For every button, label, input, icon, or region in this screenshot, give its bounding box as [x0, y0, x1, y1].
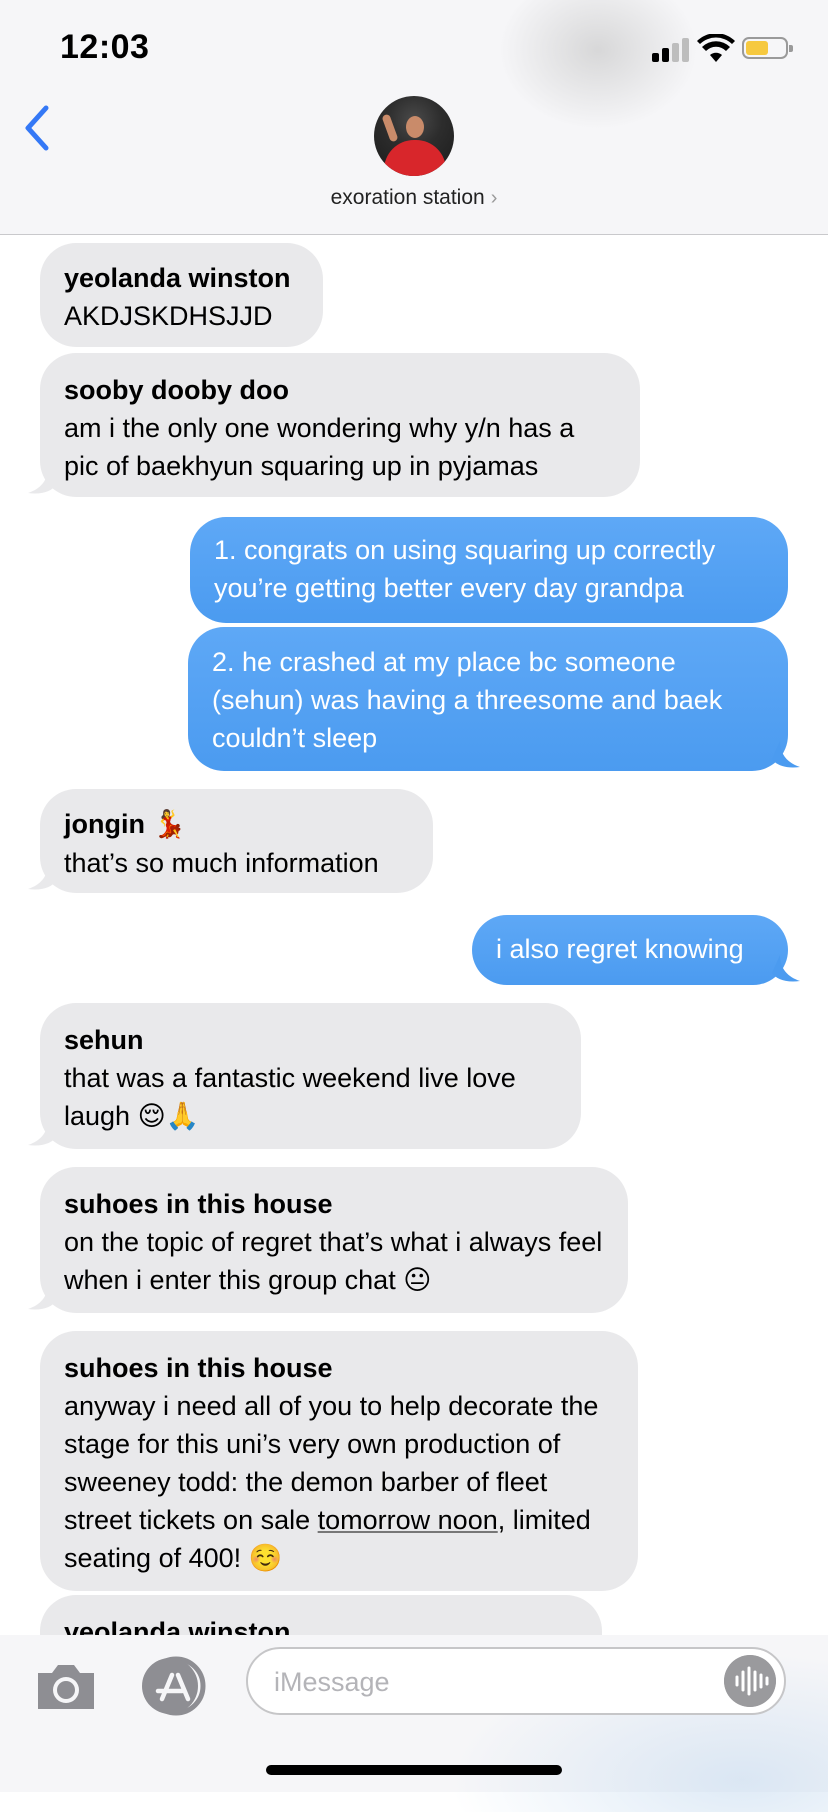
message-sender: sooby dooby doo: [64, 375, 289, 405]
conversation-header: 12:03 exoration station ›: [0, 0, 828, 235]
bubble-tail: [28, 467, 56, 494]
message-bubble-outgoing[interactable]: i also regret knowing: [472, 915, 788, 985]
message-emoji: ☺️: [248, 1543, 283, 1574]
contact-name: exoration station: [330, 186, 485, 209]
dancer-emoji: 💃: [152, 809, 187, 840]
message-bubble-incoming[interactable]: jongin 💃 that’s so much information: [40, 789, 433, 893]
message-bubble-outgoing[interactable]: 1. congrats on using squaring up correct…: [190, 517, 788, 623]
composer-bar: [0, 1635, 828, 1812]
battery-icon: [742, 37, 793, 59]
message-bubble-incoming[interactable]: yeolanda winston AKDJSKDHSJJD: [40, 243, 323, 347]
message-bubble-incoming[interactable]: suhoes in this house on the topic of reg…: [40, 1167, 628, 1313]
message-text: on the topic of regret that’s what i alw…: [64, 1227, 603, 1296]
message-bubble-outgoing[interactable]: 2. he crashed at my place bc someone (se…: [188, 627, 788, 771]
message-emoji: 😌🙏: [137, 1101, 200, 1132]
message-sender: jongin 💃: [64, 809, 187, 840]
message-text: 2. he crashed at my place bc someone (se…: [212, 647, 723, 753]
message-bubble-incoming[interactable]: sooby dooby doo am i the only one wonder…: [40, 353, 640, 497]
message-emoji: 😐: [403, 1265, 432, 1296]
app-store-icon[interactable]: [140, 1655, 212, 1717]
message-text: that was a fantastic weekend live love l…: [64, 1063, 516, 1132]
bubble-tail: [28, 1119, 56, 1146]
message-bubble-incoming[interactable]: suhoes in this house anyway i need all o…: [40, 1331, 638, 1591]
audio-waveform-icon[interactable]: [724, 1655, 776, 1707]
bubble-tail: [772, 955, 800, 982]
contact-name-button[interactable]: exoration station ›: [0, 186, 828, 210]
message-text: that’s so much information: [64, 848, 379, 878]
message-text: 1. congrats on using squaring up correct…: [214, 535, 716, 603]
message-sender: yeolanda winston: [64, 1617, 291, 1635]
message-bubble-incoming[interactable]: yeolanda winston: [40, 1595, 602, 1635]
signal-strength-icon: [652, 38, 692, 62]
message-bubble-incoming[interactable]: sehun that was a fantastic weekend live …: [40, 1003, 581, 1149]
message-sender: sehun: [64, 1025, 144, 1055]
wifi-icon: [697, 34, 735, 62]
message-text: am i the only one wondering why y/n has …: [64, 413, 575, 481]
message-list[interactable]: yeolanda winston AKDJSKDHSJJD sooby doob…: [0, 235, 828, 1635]
message-input-field[interactable]: [246, 1647, 786, 1715]
chevron-right-icon: ›: [490, 187, 498, 209]
message-sender: yeolanda winston: [64, 263, 291, 293]
bubble-tail: [772, 741, 800, 768]
back-chevron-icon[interactable]: [22, 104, 52, 152]
message-text: anyway i need all of you to help decorat…: [64, 1391, 599, 1574]
header-blur-decoration: [498, 0, 698, 130]
message-input[interactable]: [272, 1663, 696, 1701]
camera-icon[interactable]: [34, 1661, 98, 1713]
home-indicator[interactable]: [266, 1765, 562, 1775]
status-time: 12:03: [60, 28, 150, 66]
message-sender: suhoes in this house: [64, 1189, 333, 1219]
date-link[interactable]: tomorrow noon: [318, 1505, 498, 1535]
group-avatar[interactable]: [374, 96, 454, 176]
message-sender: suhoes in this house: [64, 1353, 333, 1383]
message-text: i also regret knowing: [496, 934, 744, 964]
bubble-tail: [28, 1283, 56, 1310]
bubble-tail: [28, 863, 56, 890]
message-text: AKDJSKDHSJJD: [64, 301, 273, 331]
